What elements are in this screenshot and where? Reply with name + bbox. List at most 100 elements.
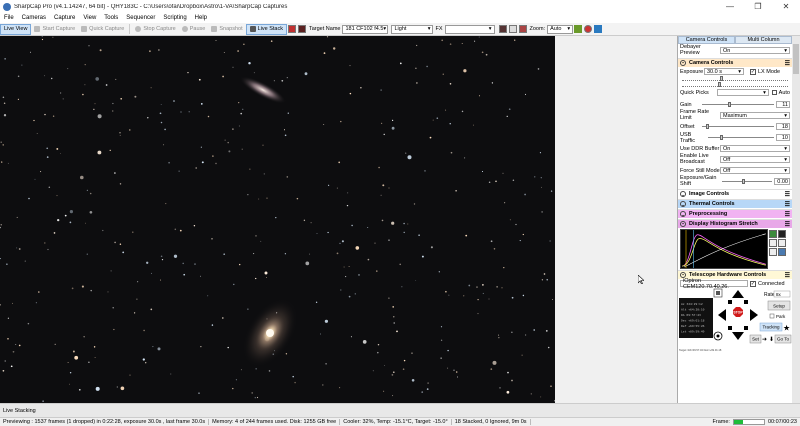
settings-swatch-icon[interactable] [297, 25, 306, 33]
live-image-view[interactable] [0, 36, 555, 403]
sw-arrow-icon[interactable] [728, 326, 732, 330]
lock-icon[interactable] [777, 238, 786, 247]
live-view-button[interactable]: Live View [0, 23, 32, 35]
preprocessing-header[interactable]: ⌄ Preprocessing ☰ [678, 209, 792, 218]
slider-knob[interactable] [720, 76, 723, 81]
se-arrow-icon[interactable] [744, 326, 748, 330]
slider-knob[interactable] [742, 179, 745, 184]
histogram-graph[interactable] [680, 229, 768, 269]
minimize-button[interactable]: — [716, 0, 744, 13]
down-arrow-icon[interactable]: ⬇ [769, 336, 774, 343]
thermal-controls-header[interactable]: ⌄ Thermal Controls ☰ [678, 199, 792, 208]
quick-capture-button[interactable]: Quick Capture [78, 24, 127, 35]
ddr-buffer-select[interactable]: On ▾ [720, 145, 790, 152]
star [524, 93, 527, 95]
histogram-icon[interactable] [574, 25, 583, 33]
force-still-select[interactable]: Off ▾ [720, 167, 790, 174]
maximize-button[interactable]: ❐ [744, 0, 772, 13]
exposure-fine-slider[interactable] [682, 82, 788, 88]
star [89, 192, 92, 195]
tab-multi-column[interactable]: Multi Column [735, 36, 792, 44]
snapshot-button[interactable]: Snapshot [208, 24, 245, 35]
frame-rate-select[interactable]: Maximum ▾ [720, 112, 790, 119]
next-arrow-icon[interactable]: ➜ [762, 337, 767, 343]
exposure-gain-slider[interactable] [722, 178, 772, 185]
star-icon[interactable]: ★ [783, 324, 790, 333]
live-stacking-label[interactable]: Live Stacking [3, 408, 36, 414]
slider-knob[interactable] [728, 102, 731, 107]
star [391, 221, 395, 225]
menu-help[interactable]: Help [191, 15, 211, 21]
menu-file[interactable]: File [0, 15, 18, 21]
image-controls-header[interactable]: ⌄ Image Controls ☰ [678, 189, 792, 198]
connected-checkbox[interactable]: ✓ [750, 280, 756, 287]
live-broadcast-select[interactable]: Off ▾ [720, 156, 790, 163]
offset-slider[interactable] [702, 123, 774, 130]
send-icon[interactable] [594, 25, 603, 33]
west-arrow-icon[interactable] [718, 309, 726, 321]
link-icon[interactable] [777, 247, 786, 256]
exposure-value: 30.0 s [707, 68, 722, 75]
gain-slider[interactable] [702, 101, 774, 108]
menu-sequencer[interactable]: Sequencer [122, 15, 159, 21]
ne-arrow-icon[interactable] [744, 300, 748, 304]
pause-button[interactable]: Pause [179, 24, 209, 35]
slider-knob[interactable] [720, 135, 723, 140]
stop-capture-button[interactable]: Stop Capture [132, 24, 178, 35]
offset-value[interactable]: 18 [776, 123, 790, 130]
tab-camera-controls[interactable]: Camera Controls [678, 36, 735, 44]
menu-icon[interactable]: ☰ [785, 191, 790, 198]
quick-picks-select[interactable]: ▾ [716, 89, 769, 96]
star [541, 279, 544, 281]
tools-icon[interactable] [768, 238, 777, 247]
color-picker-icon[interactable] [584, 25, 593, 33]
close-button[interactable]: ✕ [772, 0, 800, 13]
camera-controls-header[interactable]: ⌃ Camera Controls ☰ [678, 58, 792, 67]
east-arrow-icon[interactable] [750, 309, 758, 321]
panel-scrollbar[interactable] [792, 36, 800, 403]
stretch-icon[interactable] [768, 229, 777, 238]
lx-mode-checkbox[interactable]: ✓ [750, 68, 756, 75]
reticule-icon[interactable] [498, 25, 507, 33]
window-title: SharpCap Pro (v4.1.14247, 64 bit) - QHY1… [14, 3, 288, 10]
menu-cameras[interactable]: Cameras [18, 15, 50, 21]
menu-view[interactable]: View [79, 15, 100, 21]
usb-traffic-value[interactable]: 10 [776, 134, 790, 141]
scrollbar-thumb[interactable] [793, 44, 799, 74]
focus-icon[interactable] [518, 25, 527, 33]
menu-icon[interactable]: ☰ [785, 272, 790, 279]
north-arrow-icon[interactable] [732, 290, 744, 298]
snapshot-label: Snapshot [219, 26, 243, 32]
frame-type-select[interactable]: Light ▾ [391, 24, 434, 34]
grid-icon[interactable] [508, 25, 517, 33]
debayer-select[interactable]: On ▾ [720, 47, 790, 54]
zoom-select[interactable]: Auto ▾ [547, 24, 574, 34]
histogram-stretch-header[interactable]: ⌃ Display Histogram Stretch ☰ [678, 219, 792, 228]
slider-knob[interactable] [718, 82, 721, 87]
reset-icon[interactable] [777, 229, 786, 238]
color-swatch-icon[interactable] [287, 25, 296, 33]
menu-icon[interactable]: ☰ [785, 221, 790, 228]
park-checkbox[interactable] [769, 313, 775, 319]
exposure-gain-value[interactable]: 0.00 [774, 178, 790, 185]
nw-arrow-icon[interactable] [728, 300, 732, 304]
menu-tools[interactable]: Tools [100, 15, 122, 21]
fx-select[interactable]: ▾ [444, 24, 495, 34]
start-capture-button[interactable]: Start Capture [31, 24, 78, 35]
menu-icon[interactable]: ☰ [785, 211, 790, 218]
menu-icon[interactable]: ☰ [785, 60, 790, 67]
menu-scripting[interactable]: Scripting [159, 15, 190, 21]
exposure-select[interactable]: 30.0 s ▾ [704, 68, 744, 75]
target-name-input[interactable]: 181 CF102 f4.5 ▾ [342, 24, 389, 34]
live-stack-button[interactable]: Live Stack [245, 23, 287, 35]
star [94, 103, 96, 105]
usb-traffic-slider[interactable] [708, 134, 774, 141]
south-arrow-icon[interactable] [732, 332, 744, 340]
menu-capture[interactable]: Capture [50, 15, 79, 21]
search-icon[interactable] [768, 247, 777, 256]
slider-knob[interactable] [706, 124, 709, 129]
auto-checkbox[interactable] [771, 90, 777, 95]
gain-value[interactable]: 11 [776, 101, 790, 108]
mount-select[interactable]: iOptron CEM120.70.40.26. [680, 278, 748, 290]
menu-icon[interactable]: ☰ [785, 201, 790, 208]
